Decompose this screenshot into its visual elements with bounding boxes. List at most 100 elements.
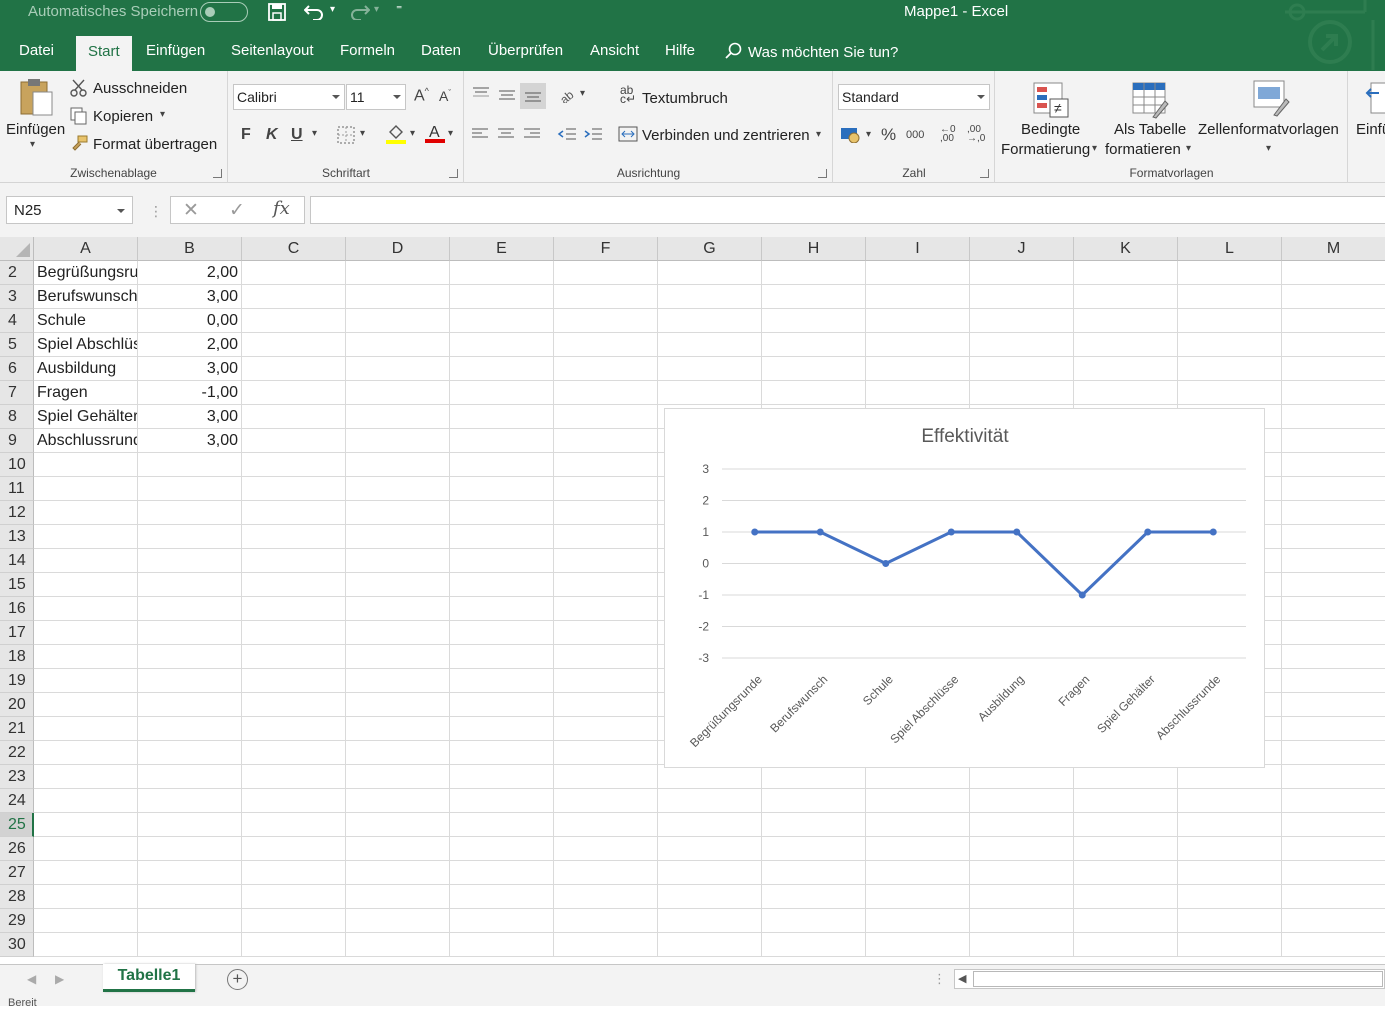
cell-f26[interactable]: [554, 837, 658, 861]
cell-l2[interactable]: [1178, 261, 1282, 285]
scroll-left-icon[interactable]: ◀: [958, 972, 966, 985]
cell-h4[interactable]: [762, 309, 866, 333]
column-header-j[interactable]: J: [970, 237, 1074, 261]
cell-i3[interactable]: [866, 285, 970, 309]
scroll-splitter[interactable]: ⋮: [933, 971, 946, 987]
row-header-18[interactable]: 18: [0, 645, 34, 669]
cell-d20[interactable]: [346, 693, 450, 717]
cell-b23[interactable]: [138, 765, 242, 789]
autosave-toggle[interactable]: [200, 2, 248, 22]
cell-g2[interactable]: [658, 261, 762, 285]
cell-m21[interactable]: [1282, 717, 1385, 741]
cell-k27[interactable]: [1074, 861, 1178, 885]
cell-c25[interactable]: [242, 813, 346, 837]
cell-i29[interactable]: [866, 909, 970, 933]
conditional-formatting-dropdown-icon[interactable]: ▾: [1092, 143, 1097, 154]
cell-b11[interactable]: [138, 477, 242, 501]
cell-e12[interactable]: [450, 501, 554, 525]
grow-font-icon[interactable]: A^: [414, 86, 429, 105]
cell-c16[interactable]: [242, 597, 346, 621]
formula-input[interactable]: [310, 196, 1385, 224]
cell-b19[interactable]: [138, 669, 242, 693]
row-header-15[interactable]: 15: [0, 573, 34, 597]
row-header-30[interactable]: 30: [0, 933, 34, 957]
column-header-c[interactable]: C: [242, 237, 346, 261]
cell-a29[interactable]: [34, 909, 138, 933]
decrease-indent-icon[interactable]: [557, 126, 577, 146]
row-header-6[interactable]: 6: [0, 357, 34, 381]
cell-l30[interactable]: [1178, 933, 1282, 957]
cell-a15[interactable]: [34, 573, 138, 597]
tell-me-search[interactable]: Was möchten Sie tun?: [724, 42, 898, 61]
cell-m14[interactable]: [1282, 549, 1385, 573]
fill-color-dropdown-icon[interactable]: ▾: [410, 128, 415, 139]
cell-b8[interactable]: 3,00: [138, 405, 242, 429]
conditional-formatting-line1[interactable]: Bedingte: [1021, 121, 1080, 138]
customize-toolbar-icon[interactable]: ⁼: [396, 2, 402, 16]
cell-a22[interactable]: [34, 741, 138, 765]
cell-c12[interactable]: [242, 501, 346, 525]
cell-a4[interactable]: Schule: [34, 309, 138, 333]
cell-i5[interactable]: [866, 333, 970, 357]
cell-g24[interactable]: [658, 789, 762, 813]
increase-decimal-icon[interactable]: ←0,00: [940, 125, 956, 144]
row-header-26[interactable]: 26: [0, 837, 34, 861]
cell-f17[interactable]: [554, 621, 658, 645]
cell-g27[interactable]: [658, 861, 762, 885]
cell-c26[interactable]: [242, 837, 346, 861]
cell-d28[interactable]: [346, 885, 450, 909]
column-header-a[interactable]: A: [34, 237, 138, 261]
cell-d13[interactable]: [346, 525, 450, 549]
cell-i28[interactable]: [866, 885, 970, 909]
cell-l7[interactable]: [1178, 381, 1282, 405]
row-header-22[interactable]: 22: [0, 741, 34, 765]
cell-k26[interactable]: [1074, 837, 1178, 861]
cell-c18[interactable]: [242, 645, 346, 669]
cell-g7[interactable]: [658, 381, 762, 405]
currency-dropdown-icon[interactable]: ▾: [866, 129, 871, 140]
save-icon[interactable]: [268, 3, 286, 26]
cell-l28[interactable]: [1178, 885, 1282, 909]
cell-a23[interactable]: [34, 765, 138, 789]
cell-f19[interactable]: [554, 669, 658, 693]
align-center-icon[interactable]: [497, 127, 515, 145]
cell-k4[interactable]: [1074, 309, 1178, 333]
row-header-20[interactable]: 20: [0, 693, 34, 717]
cell-e7[interactable]: [450, 381, 554, 405]
cell-e27[interactable]: [450, 861, 554, 885]
align-bottom-icon[interactable]: [520, 83, 546, 109]
column-header-e[interactable]: E: [450, 237, 554, 261]
cell-d6[interactable]: [346, 357, 450, 381]
cell-m5[interactable]: [1282, 333, 1385, 357]
cell-j4[interactable]: [970, 309, 1074, 333]
cell-b21[interactable]: [138, 717, 242, 741]
cell-m13[interactable]: [1282, 525, 1385, 549]
cell-b27[interactable]: [138, 861, 242, 885]
cell-c2[interactable]: [242, 261, 346, 285]
cell-c11[interactable]: [242, 477, 346, 501]
row-header-27[interactable]: 27: [0, 861, 34, 885]
tab-start[interactable]: Start: [76, 36, 132, 72]
cell-a27[interactable]: [34, 861, 138, 885]
cell-c13[interactable]: [242, 525, 346, 549]
cell-a5[interactable]: Spiel Abschlüsse: [34, 333, 138, 357]
cell-m29[interactable]: [1282, 909, 1385, 933]
cell-d8[interactable]: [346, 405, 450, 429]
cell-k25[interactable]: [1074, 813, 1178, 837]
cell-d5[interactable]: [346, 333, 450, 357]
column-header-k[interactable]: K: [1074, 237, 1178, 261]
cell-d15[interactable]: [346, 573, 450, 597]
cell-e21[interactable]: [450, 717, 554, 741]
underline-button[interactable]: U: [291, 126, 303, 144]
cell-f21[interactable]: [554, 717, 658, 741]
cell-c27[interactable]: [242, 861, 346, 885]
cell-f24[interactable]: [554, 789, 658, 813]
cell-d7[interactable]: [346, 381, 450, 405]
thousands-button[interactable]: 000: [906, 129, 924, 141]
cell-d19[interactable]: [346, 669, 450, 693]
cell-e16[interactable]: [450, 597, 554, 621]
cell-k2[interactable]: [1074, 261, 1178, 285]
cell-l5[interactable]: [1178, 333, 1282, 357]
cancel-icon[interactable]: ✕: [183, 199, 199, 222]
cell-d30[interactable]: [346, 933, 450, 957]
